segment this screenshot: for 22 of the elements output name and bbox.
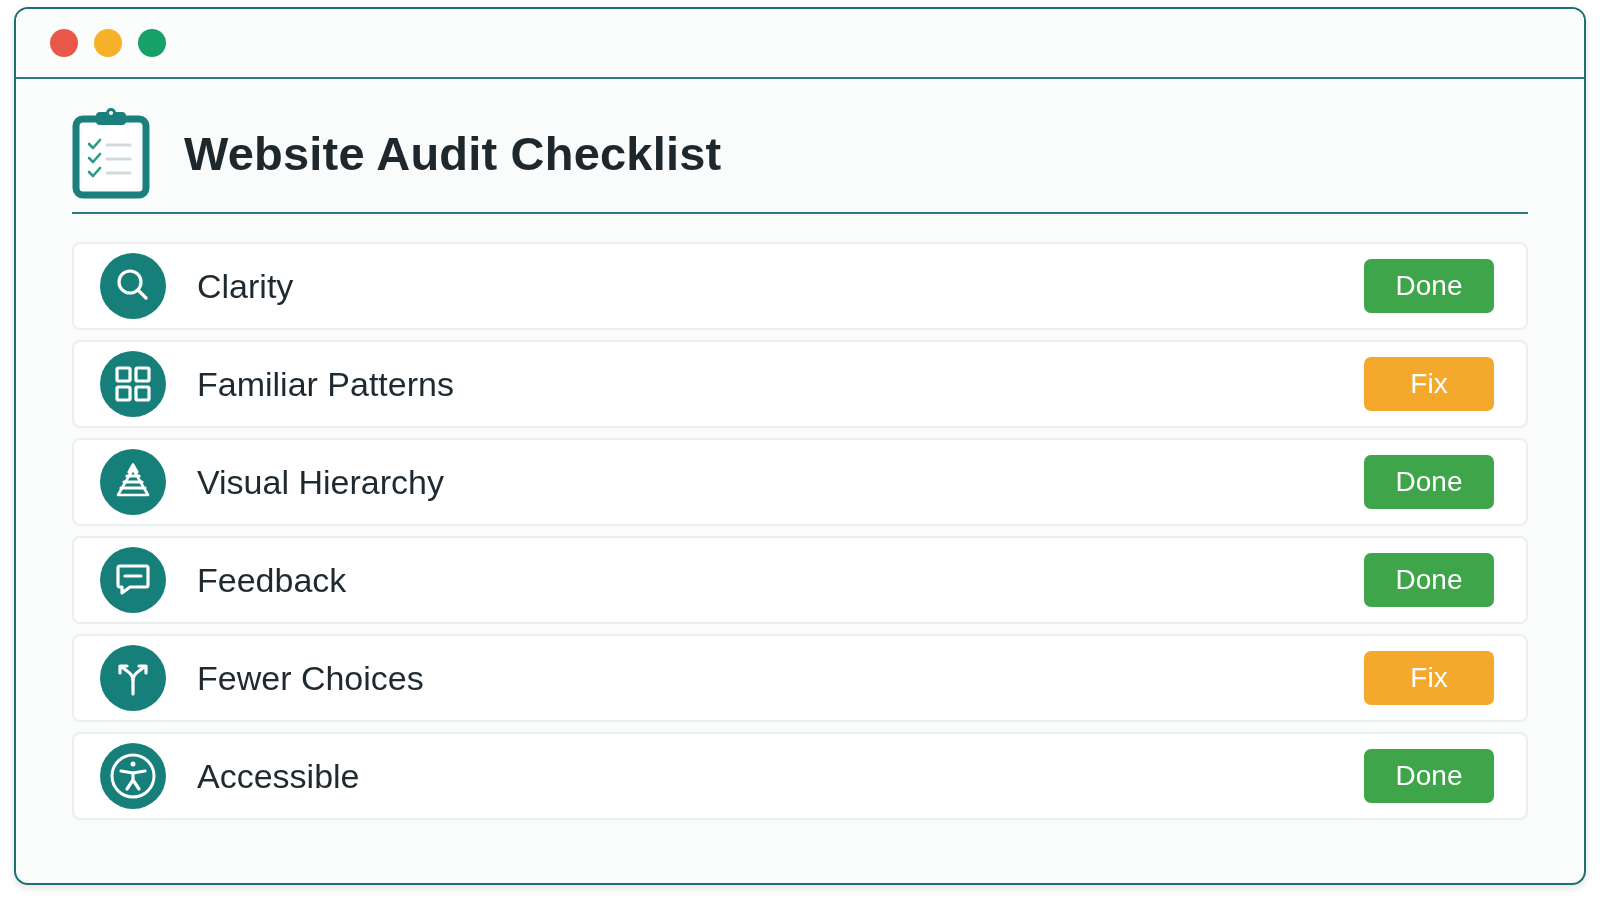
item-label: Feedback <box>197 560 347 600</box>
chat-bubble-icon <box>100 547 166 613</box>
pyramid-icon <box>100 449 166 515</box>
status-badge: Done <box>1364 749 1494 803</box>
item-label: Fewer Choices <box>197 658 424 698</box>
search-icon <box>100 253 166 319</box>
item-label: Clarity <box>197 266 294 306</box>
accessibility-icon <box>100 743 166 809</box>
clipboard-checklist-icon <box>72 107 150 199</box>
grid-icon <box>100 351 166 417</box>
item-label: Familiar Patterns <box>197 364 454 404</box>
status-badge: Fix <box>1364 357 1494 411</box>
item-label: Accessible <box>197 756 360 796</box>
minimize-button[interactable] <box>94 29 122 57</box>
close-button[interactable] <box>50 29 78 57</box>
page-title: Website Audit Checklist <box>184 125 722 181</box>
maximize-button[interactable] <box>138 29 166 57</box>
item-label: Visual Hierarchy <box>197 462 444 502</box>
status-badge: Fix <box>1364 651 1494 705</box>
status-badge: Done <box>1364 553 1494 607</box>
status-badge: Done <box>1364 455 1494 509</box>
status-badge: Done <box>1364 259 1494 313</box>
